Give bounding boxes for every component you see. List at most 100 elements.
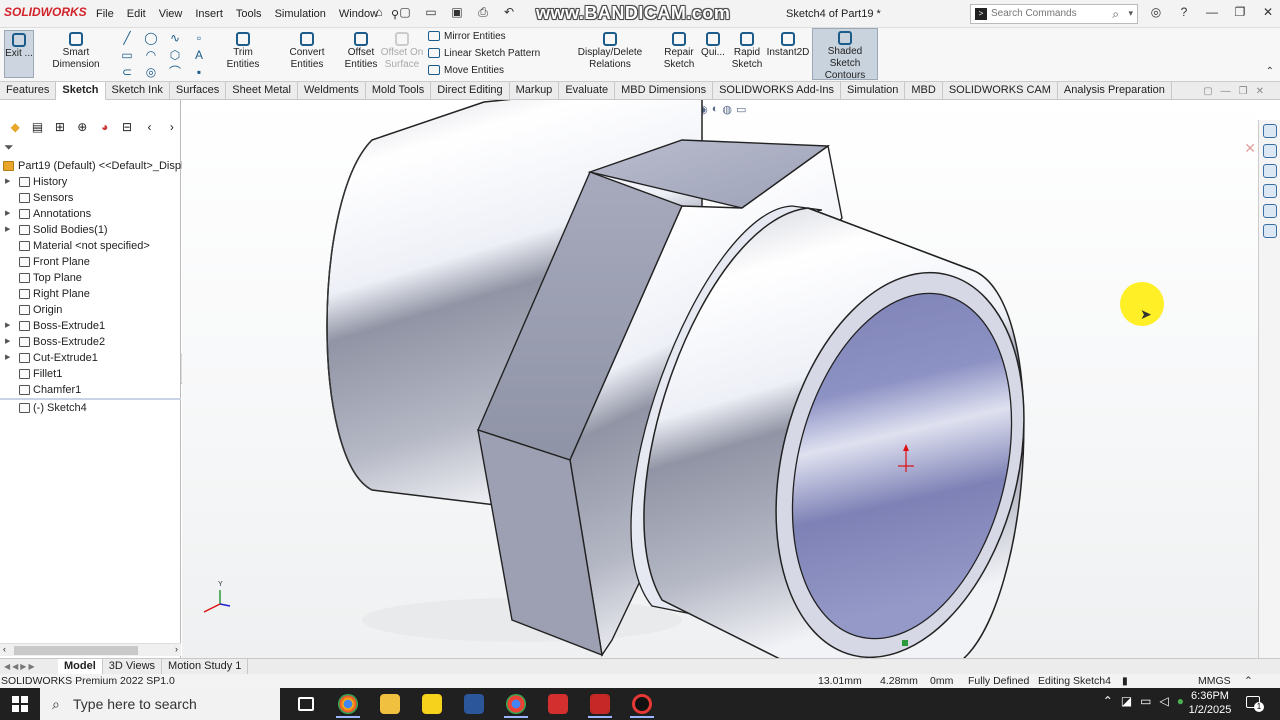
point-icon[interactable]: ▫: [188, 30, 210, 46]
tab-simulation[interactable]: Simulation: [841, 82, 906, 100]
home-icon[interactable]: ⌂: [368, 5, 390, 23]
rapid-sketch-button[interactable]: Rapid Sketch: [730, 30, 764, 71]
tab-surfaces[interactable]: Surfaces: [170, 82, 227, 100]
solidworks-logo[interactable]: SOLIDWORKS: [4, 5, 87, 19]
move-entities-button[interactable]: Move Entities: [428, 63, 540, 80]
text-icon[interactable]: A: [188, 47, 210, 63]
open-icon[interactable]: ▭: [420, 5, 442, 23]
dimxpert-icon[interactable]: ⊕: [73, 118, 91, 136]
configuration-manager-icon[interactable]: ⊞: [51, 118, 69, 136]
expand-icon[interactable]: ▶: [5, 206, 10, 222]
minimize-icon[interactable]: —: [1202, 5, 1222, 19]
tab-analysis-preparation[interactable]: Analysis Preparation: [1058, 82, 1172, 100]
tree-root-part[interactable]: Part19 (Default) <<Default>_Display: [0, 158, 195, 174]
design-library-icon[interactable]: [1262, 144, 1277, 158]
scrollbar-thumb[interactable]: [14, 646, 138, 655]
network-icon[interactable]: ◪: [1121, 694, 1132, 708]
fillet-icon[interactable]: ⌒: [164, 64, 186, 80]
menu-tools[interactable]: Tools: [236, 8, 262, 21]
sketch-point[interactable]: [902, 640, 908, 646]
plane-icon[interactable]: ▪: [188, 64, 210, 80]
mirror-entities-button[interactable]: Mirror Entities: [428, 29, 540, 46]
help-icon[interactable]: ?: [1174, 5, 1194, 19]
tab-mold-tools[interactable]: Mold Tools: [366, 82, 432, 100]
tab-features[interactable]: Features: [0, 82, 57, 100]
offset-entities-button[interactable]: Offset Entities: [344, 30, 378, 71]
instant2d-button[interactable]: Instant2D: [766, 30, 810, 59]
tree-item-origin[interactable]: Origin: [0, 302, 181, 318]
expand-icon[interactable]: ▶: [5, 222, 10, 238]
tree-item-history[interactable]: ▶ History: [0, 174, 181, 190]
tree-item-boss-extrude2[interactable]: ▶ Boss-Extrude2: [0, 334, 181, 350]
tree-item-boss-extrude1[interactable]: ▶ Boss-Extrude1: [0, 318, 181, 334]
confirm-corner-icon[interactable]: ✕: [1244, 140, 1256, 157]
part-model[interactable]: Y: [182, 100, 1258, 658]
doc-restore-icon[interactable]: ❐: [1239, 86, 1248, 97]
tree-item-right-plane[interactable]: Right Plane: [0, 286, 181, 302]
tile-icon[interactable]: ▢: [1203, 86, 1212, 97]
chrome-profile-icon[interactable]: [498, 690, 534, 718]
tab-sheet-metal[interactable]: Sheet Metal: [226, 82, 298, 100]
file-explorer-icon[interactable]: [1262, 164, 1277, 178]
spline-icon[interactable]: ∿: [164, 30, 186, 46]
scroll-left-arrow-icon[interactable]: ‹: [3, 644, 6, 654]
tab-sketch-ink[interactable]: Sketch Ink: [106, 82, 170, 100]
shaded-sketch-contours-button[interactable]: Shaded Sketch Contours: [812, 28, 878, 81]
rebuild-icon[interactable]: ▮: [1122, 674, 1128, 688]
tree-item-top-plane[interactable]: Top Plane: [0, 270, 181, 286]
expand-icon[interactable]: ▶: [5, 174, 10, 190]
convert-entities-button[interactable]: Convert Entities: [272, 30, 342, 71]
acrobat-icon[interactable]: [540, 690, 576, 718]
windows-start-icon[interactable]: [12, 696, 28, 712]
horizontal-scrollbar[interactable]: ‹ ›: [0, 643, 181, 656]
display-delete-relations-button[interactable]: Display/Delete Relations: [558, 30, 662, 71]
task-view-icon[interactable]: [288, 690, 324, 718]
tree-item-annotations[interactable]: ▶ Annotations: [0, 206, 181, 222]
tab-mbd[interactable]: MBD: [905, 82, 943, 100]
display-manager-icon[interactable]: ◕: [96, 118, 114, 136]
view-palette-icon[interactable]: [1262, 184, 1277, 198]
unit-system[interactable]: MMGS: [1198, 674, 1231, 688]
tab-solidworks-cam[interactable]: SOLIDWORKS CAM: [943, 82, 1058, 100]
search-commands[interactable]: > ⌕ ▾: [970, 4, 1138, 24]
doc-minimize-icon[interactable]: —: [1221, 86, 1231, 97]
system-clock[interactable]: 6:36PM 1/2/2025: [1184, 689, 1236, 717]
scroll-right-icon[interactable]: ›: [163, 118, 181, 136]
tree-item-chamfer1[interactable]: Chamfer1: [0, 382, 181, 398]
taskbar-search[interactable]: ⌕ Type here to search: [40, 688, 280, 720]
solidworks-resources-icon[interactable]: [1262, 124, 1277, 138]
tree-item-sensors[interactable]: Sensors: [0, 190, 181, 206]
tree-item-fillet1[interactable]: Fillet1: [0, 366, 181, 382]
search-input[interactable]: [991, 8, 1111, 19]
scroll-left-icon[interactable]: ‹: [140, 118, 158, 136]
graphics-area[interactable]: ⌕ ⌕ ↶ ▥ ✎ ◇ ◈ ◉ ◐ ◍ ▭: [182, 100, 1258, 658]
battery-icon[interactable]: ▭: [1140, 694, 1151, 708]
tab-evaluate[interactable]: Evaluate: [559, 82, 616, 100]
quick-snaps-button[interactable]: Qui...: [700, 30, 726, 59]
line-icon[interactable]: ╱: [116, 30, 138, 46]
scroll-right-arrow-icon[interactable]: ›: [175, 644, 178, 654]
exit-sketch-button[interactable]: Exit ...: [4, 30, 34, 78]
expand-icon[interactable]: ▶: [5, 318, 10, 334]
menu-edit[interactable]: Edit: [127, 8, 146, 21]
trim-entities-button[interactable]: Trim Entities: [216, 30, 270, 71]
tree-item-solid-bodies[interactable]: ▶ Solid Bodies(1): [0, 222, 181, 238]
menu-file[interactable]: File: [96, 8, 114, 21]
tree-item-front-plane[interactable]: Front Plane: [0, 254, 181, 270]
restore-icon[interactable]: ❐: [1230, 5, 1250, 19]
sticky-notes-icon[interactable]: [414, 690, 450, 718]
units-menu-icon[interactable]: ⌃: [1244, 674, 1253, 688]
menu-insert[interactable]: Insert: [195, 8, 223, 21]
property-manager-icon[interactable]: ▤: [28, 118, 46, 136]
tree-item-cut-extrude1[interactable]: ▶ Cut-Extrude1: [0, 350, 181, 366]
tab-3d-views[interactable]: 3D Views: [103, 659, 163, 674]
menu-view[interactable]: View: [159, 8, 183, 21]
chevron-down-icon[interactable]: ▾: [1128, 8, 1133, 19]
chrome-icon[interactable]: [330, 690, 366, 718]
ellipse-icon[interactable]: ◎: [140, 64, 162, 80]
offset-on-surface-button[interactable]: Offset On Surface: [380, 30, 424, 71]
print-icon[interactable]: ⎙: [472, 5, 494, 23]
word-icon[interactable]: [456, 690, 492, 718]
arc-icon[interactable]: ◠: [140, 47, 162, 63]
tab-solidworks-add-ins[interactable]: SOLIDWORKS Add-Ins: [713, 82, 842, 100]
